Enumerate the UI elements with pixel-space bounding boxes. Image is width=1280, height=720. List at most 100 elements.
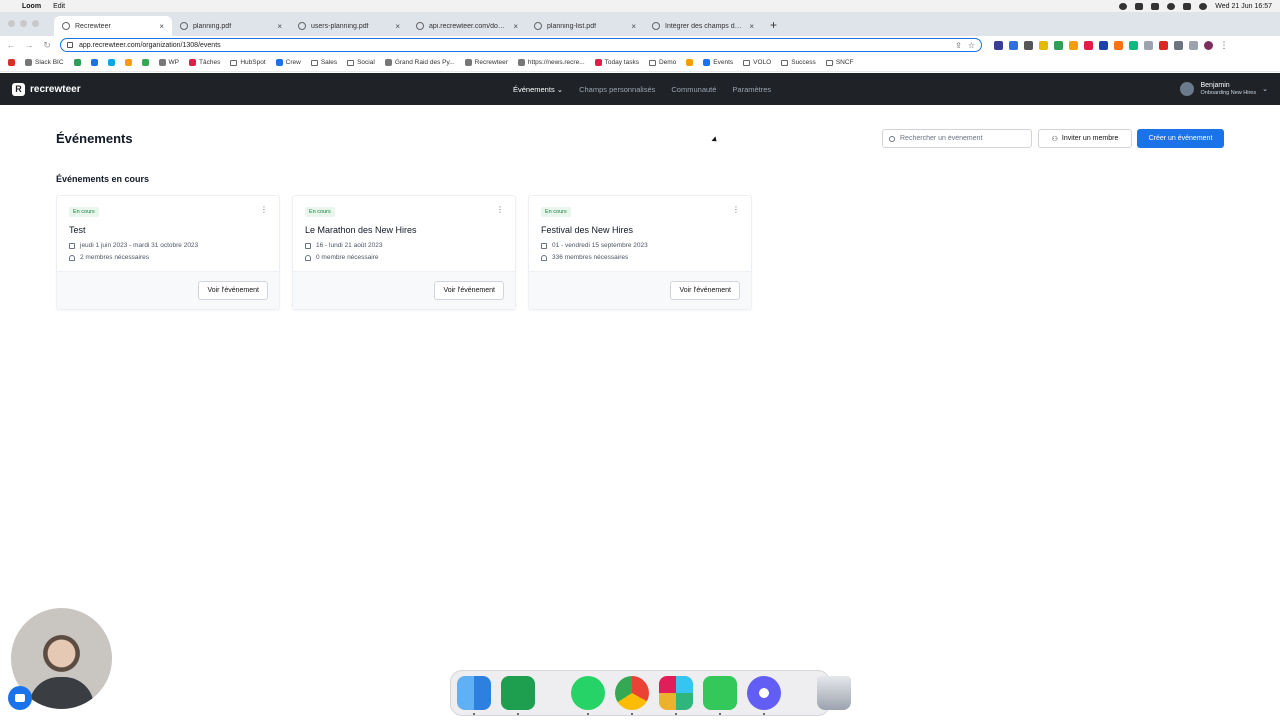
share-icon[interactable]: ⇪ bbox=[955, 41, 962, 50]
nav-settings[interactable]: Paramètres bbox=[732, 85, 771, 94]
create-event-button[interactable]: Créer un événement bbox=[1137, 129, 1224, 148]
bookmark[interactable] bbox=[686, 59, 694, 66]
close-icon[interactable]: × bbox=[277, 22, 282, 31]
close-icon[interactable]: × bbox=[395, 22, 400, 31]
bookmark-label: Today tasks bbox=[604, 59, 639, 66]
whatsapp-icon[interactable] bbox=[571, 676, 605, 715]
browser-menu-icon[interactable]: ⋮ bbox=[1219, 40, 1229, 51]
trash-icon[interactable] bbox=[817, 676, 851, 710]
extension-icon[interactable] bbox=[1009, 40, 1018, 50]
extension-icon[interactable] bbox=[1129, 40, 1138, 50]
nav-custom-fields[interactable]: Champs personnalisés bbox=[579, 85, 655, 94]
extension-icon[interactable] bbox=[1144, 40, 1153, 50]
bookmark[interactable]: Crew bbox=[275, 59, 301, 66]
browser-tab[interactable]: users-planning.pdf × bbox=[290, 16, 408, 36]
profile-avatar-icon[interactable] bbox=[1204, 40, 1213, 50]
loom-icon[interactable] bbox=[747, 676, 781, 715]
browser-tab[interactable]: Recrewteer × bbox=[54, 16, 172, 36]
minimize-window-icon[interactable] bbox=[20, 20, 27, 27]
browser-tab[interactable]: Intégrer des champs dynamiq × bbox=[644, 16, 762, 36]
bookmark[interactable]: Recrewteer bbox=[464, 59, 508, 66]
extension-icon[interactable] bbox=[1159, 40, 1168, 50]
close-window-icon[interactable] bbox=[8, 20, 15, 27]
close-icon[interactable]: × bbox=[631, 22, 636, 31]
battery-icon[interactable] bbox=[1183, 2, 1192, 10]
more-options-icon[interactable]: ⋮ bbox=[496, 206, 504, 214]
more-options-icon[interactable]: ⋮ bbox=[260, 206, 268, 214]
bluetooth-icon[interactable] bbox=[1151, 2, 1160, 10]
bookmark[interactable]: Tâches bbox=[189, 59, 220, 66]
bookmark[interactable]: HubSpot bbox=[230, 59, 266, 66]
chat-support-icon[interactable] bbox=[8, 686, 32, 710]
spotlight-icon[interactable] bbox=[1199, 2, 1208, 10]
slack-icon[interactable] bbox=[659, 676, 693, 715]
invite-member-button[interactable]: ⚇ Inviter un membre bbox=[1038, 129, 1132, 148]
close-icon[interactable]: × bbox=[513, 22, 518, 31]
browser-tab[interactable]: api.recrewteer.com/documen × bbox=[408, 16, 526, 36]
bookmark[interactable] bbox=[107, 59, 115, 66]
bookmark[interactable] bbox=[124, 59, 132, 66]
view-event-button[interactable]: Voir l'événement bbox=[434, 281, 504, 300]
bookmark[interactable]: VOLO bbox=[743, 59, 771, 66]
extension-icon[interactable] bbox=[1114, 40, 1123, 50]
bookmark[interactable]: Grand Raid des Py... bbox=[384, 59, 455, 66]
extension-icon[interactable] bbox=[1024, 40, 1033, 50]
extension-icon[interactable] bbox=[1069, 40, 1078, 50]
bookmark[interactable]: Sales bbox=[310, 59, 337, 66]
browser-tab[interactable]: planning.pdf × bbox=[172, 16, 290, 36]
reload-icon[interactable]: ↻ bbox=[42, 40, 52, 51]
bookmark[interactable] bbox=[141, 59, 149, 66]
address-bar[interactable]: app.recrewteer.com/organization/1308/eve… bbox=[60, 38, 982, 52]
bookmark[interactable]: SNCF bbox=[825, 59, 854, 66]
tray-icon[interactable] bbox=[1135, 2, 1144, 10]
event-search[interactable] bbox=[882, 129, 1032, 148]
bookmark[interactable] bbox=[8, 59, 15, 66]
bookmark[interactable]: https://news.recre... bbox=[517, 59, 585, 66]
user-menu[interactable]: Benjamin Onboarding New Hires ⌄ bbox=[1180, 82, 1268, 96]
new-tab-button[interactable]: + bbox=[770, 18, 777, 32]
lock-icon[interactable] bbox=[67, 42, 73, 48]
bookmark[interactable]: Today tasks bbox=[594, 59, 639, 66]
search-input[interactable] bbox=[900, 135, 1020, 142]
finder-icon[interactable] bbox=[457, 676, 491, 715]
view-event-button[interactable]: Voir l'événement bbox=[670, 281, 740, 300]
forward-arrow-icon[interactable]: → bbox=[24, 40, 34, 50]
url-text[interactable]: app.recrewteer.com/organization/1308/eve… bbox=[79, 42, 949, 49]
extension-icon[interactable] bbox=[994, 40, 1003, 50]
browser-tab[interactable]: planning-list.pdf × bbox=[526, 16, 644, 36]
bookmark[interactable] bbox=[90, 59, 98, 66]
app-logo[interactable]: R recrewteer bbox=[12, 82, 81, 96]
puzzle-icon[interactable] bbox=[1174, 40, 1183, 50]
record-icon[interactable] bbox=[1119, 2, 1128, 10]
wifi-icon[interactable] bbox=[1167, 2, 1176, 10]
extension-icon[interactable] bbox=[1054, 40, 1063, 50]
star-icon[interactable]: ☆ bbox=[968, 41, 975, 50]
view-event-button[interactable]: Voir l'événement bbox=[198, 281, 268, 300]
bookmark[interactable]: Success bbox=[781, 59, 816, 66]
more-options-icon[interactable]: ⋮ bbox=[732, 206, 740, 214]
bookmark[interactable] bbox=[73, 59, 81, 66]
menu-app-name[interactable]: Loom bbox=[22, 3, 41, 10]
fullscreen-window-icon[interactable] bbox=[32, 20, 39, 27]
nav-community[interactable]: Communauté bbox=[671, 85, 716, 94]
close-icon[interactable]: × bbox=[159, 22, 164, 31]
extension-icon[interactable] bbox=[1084, 40, 1093, 50]
google-meet-icon[interactable] bbox=[501, 676, 535, 715]
nav-events[interactable]: Événements ⌄ bbox=[513, 85, 563, 94]
chrome-icon[interactable] bbox=[615, 676, 649, 715]
bookmark[interactable]: WP bbox=[158, 59, 179, 66]
bookmark[interactable]: Demo bbox=[648, 59, 676, 66]
menu-edit[interactable]: Edit bbox=[53, 3, 65, 10]
messages-icon[interactable] bbox=[703, 676, 737, 715]
bookmark[interactable]: Social bbox=[347, 59, 375, 66]
close-icon[interactable]: × bbox=[749, 22, 754, 31]
back-arrow-icon[interactable]: ← bbox=[6, 40, 16, 50]
sidebar-icon[interactable] bbox=[1189, 40, 1198, 50]
avatar bbox=[1180, 81, 1195, 96]
tab-label: Recrewteer bbox=[75, 22, 111, 30]
bookmark[interactable]: Slack BIC bbox=[25, 59, 64, 66]
bookmark[interactable]: Events bbox=[703, 59, 733, 66]
extension-icon[interactable] bbox=[1099, 40, 1108, 50]
extension-icon[interactable] bbox=[1039, 40, 1048, 50]
clock[interactable]: Wed 21 Jun 16:57 bbox=[1215, 3, 1272, 10]
